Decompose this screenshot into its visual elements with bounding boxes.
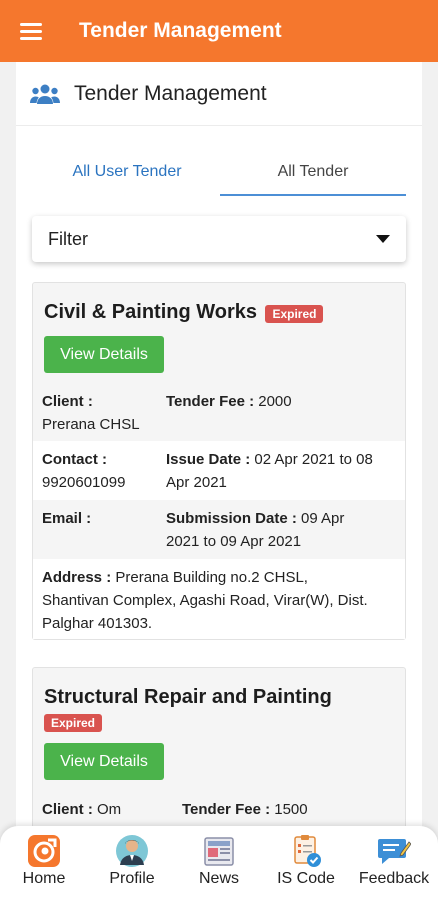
nav-news[interactable]: News (175, 826, 263, 900)
detail-row: Address : Prerana Building no.2 CHSL, Sh… (33, 559, 405, 639)
tender-card: Civil & Painting Works Expired View Deta… (32, 282, 406, 640)
nav-is-code[interactable]: IS Code (262, 826, 350, 900)
email-label: Email : (42, 510, 92, 527)
view-details-button[interactable]: View Details (44, 743, 164, 780)
nav-label: Profile (109, 870, 155, 887)
document-check-icon (294, 835, 321, 867)
nav-label: IS Code (277, 870, 335, 887)
newspaper-icon (204, 837, 234, 866)
content-panel: Tender Management All User Tender All Te… (16, 62, 422, 830)
tab-all-user-tender[interactable]: All User Tender (34, 152, 220, 196)
page-title: Tender Management (74, 81, 267, 105)
issue-date-value-cont: Apr 2021 (166, 474, 227, 491)
detail-row: Client : Om Tender Fee : 1500 (33, 794, 405, 830)
tender-title: Civil & Painting Works (44, 301, 257, 323)
tender-fee-label: Tender Fee : (166, 393, 255, 410)
submission-date-value-cont: 2021 to 09 Apr 2021 (166, 533, 302, 550)
tender-title: Structural Repair and Painting (44, 686, 332, 708)
address-value-cont: Palghar 401303. (42, 615, 153, 632)
submission-date-value: 09 Apr (301, 510, 345, 527)
status-badge: Expired (44, 714, 103, 732)
client-label: Client : (42, 393, 93, 410)
menu-icon[interactable] (20, 22, 42, 40)
filter-label: Filter (48, 228, 88, 249)
feedback-chat-icon (378, 839, 411, 864)
page-header: Tender Management (16, 62, 422, 126)
tender-card: Structural Repair and Painting Expired V… (32, 667, 406, 830)
bottom-nav: Home Profile News IS Code Feedback (0, 826, 438, 900)
nav-label: Feedback (358, 870, 430, 887)
tender-fee-label: Tender Fee : (182, 801, 271, 818)
status-badge: Expired (265, 304, 324, 323)
tender-fee-value: 2000 (258, 393, 292, 410)
address-value: Prerana Building no.2 CHSL, (115, 569, 308, 586)
filter-dropdown[interactable]: Filter (32, 216, 406, 262)
nav-home[interactable]: Home (0, 826, 88, 900)
contact-value: 9920601099 (42, 474, 126, 491)
issue-date-value: 02 Apr 2021 to 08 (254, 451, 373, 468)
address-value-cont: Shantivan Complex, Agashi Road, Virar(W)… (42, 592, 368, 609)
app-bar-title: Tender Management (79, 19, 282, 42)
client-label: Client : (42, 801, 93, 818)
tender-fee-value: 1500 (274, 801, 308, 818)
chevron-down-icon (376, 235, 390, 243)
detail-row: Email : Submission Date : 09 Apr 2021 to… (33, 500, 405, 559)
client-value: Om (97, 801, 122, 818)
submission-date-label: Submission Date : (166, 510, 297, 527)
issue-date-label: Issue Date : (166, 451, 251, 468)
client-value: Prerana CHSL (42, 416, 140, 433)
detail-row: Client : Prerana CHSL Tender Fee : 2000 (33, 384, 405, 441)
profile-person-icon (116, 835, 148, 867)
nav-label: News (198, 870, 239, 887)
view-details-button[interactable]: View Details (44, 336, 164, 373)
nav-profile[interactable]: Profile (88, 826, 176, 900)
app-bar: Tender Management (0, 0, 438, 62)
nav-feedback[interactable]: Feedback (350, 826, 438, 900)
nav-label: Home (22, 870, 66, 887)
users-icon (30, 84, 60, 104)
tab-bar: All User Tender All Tender (34, 152, 406, 196)
contact-label: Contact : (42, 451, 107, 468)
detail-row: Contact : 9920601099 Issue Date : 02 Apr… (33, 441, 405, 500)
tab-all-tender[interactable]: All Tender (220, 152, 406, 196)
home-logo-icon (28, 835, 60, 867)
address-label: Address : (42, 569, 112, 586)
